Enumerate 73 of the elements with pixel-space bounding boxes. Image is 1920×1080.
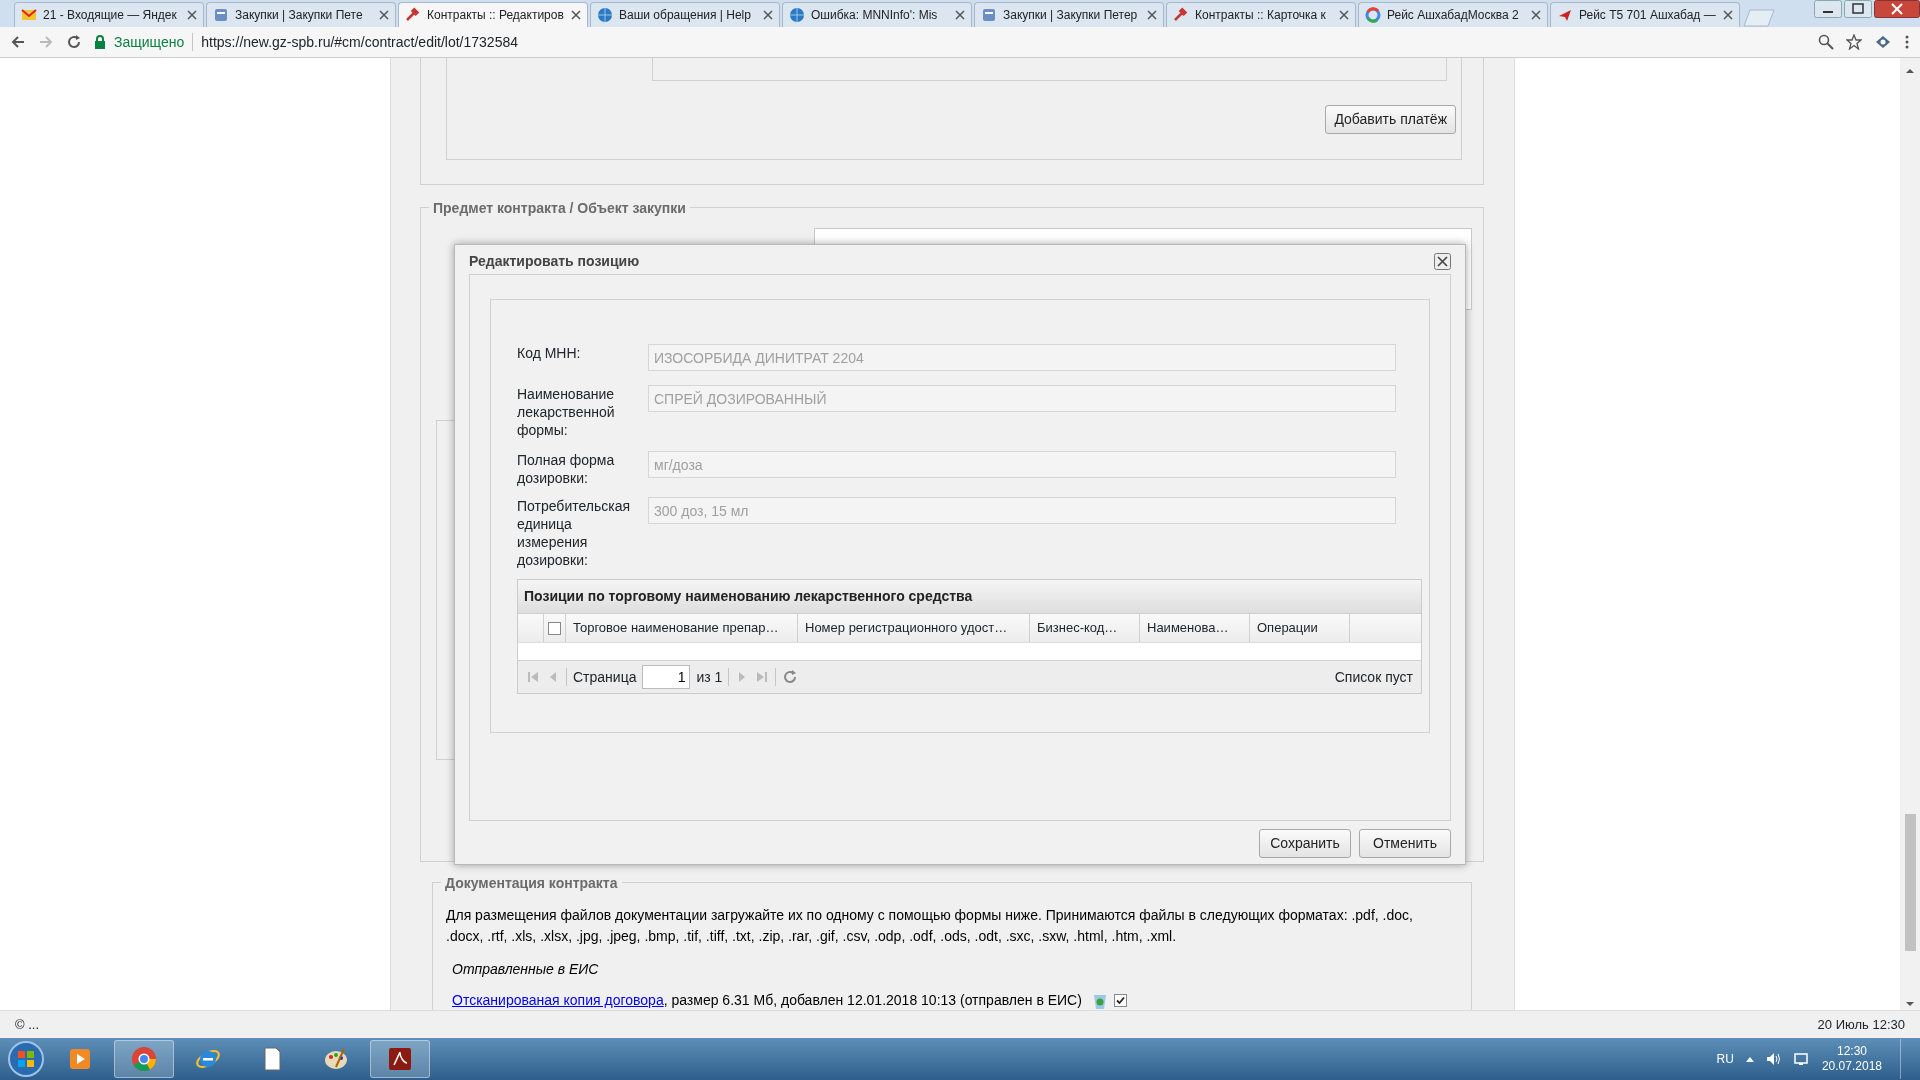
hammer-icon xyxy=(405,7,421,23)
pager-summary: Список пуст xyxy=(1334,667,1413,687)
checkbox[interactable] xyxy=(1113,994,1127,1007)
browser-tab[interactable]: Закупки | Закупки Петер xyxy=(974,2,1164,27)
plane-icon xyxy=(1557,7,1573,23)
browser-tab[interactable]: Рейс T5 701 Ашхабад — xyxy=(1550,2,1740,27)
close-icon[interactable] xyxy=(1339,10,1349,20)
chrome-icon xyxy=(130,1045,158,1073)
checkbox[interactable] xyxy=(548,621,561,635)
description-text: Для размещения файлов документации загружайте их по одному с помощью формы ниже. Принимаются файлы в следующих форматах: .pdf, .doc, .docx, .rtf, .xls, .xlsx, .jpg, .jpeg, .bmp, .tif, .tiff, .txt, .zip, .rar, .gif, .csv, .odp, .odf, .ods, .odt, .sxc, .sxw, .html, .htm, .xml. xyxy=(446,906,1414,946)
page-count: из 1 xyxy=(696,667,723,687)
close-icon[interactable] xyxy=(763,10,773,20)
back-icon[interactable] xyxy=(10,34,26,50)
tray-arrow-icon[interactable] xyxy=(1745,1056,1754,1062)
star-icon[interactable] xyxy=(1846,34,1862,50)
close-icon[interactable] xyxy=(1723,10,1733,20)
dialog-title: Редактировать позицию xyxy=(469,252,640,271)
start-orb-icon[interactable] xyxy=(6,1039,46,1079)
field-label: Полная форма дозировки: xyxy=(517,451,616,487)
browser-tab[interactable]: Контракты :: Редактиров xyxy=(398,2,588,27)
dialog-button[interactable]: Отменить xyxy=(1359,829,1451,858)
security-label: Защищено xyxy=(114,32,185,52)
field-label: Наименование лекарственной формы: xyxy=(517,385,616,439)
browser-tab[interactable]: Ошибка: MNNInfo': Mis xyxy=(782,2,972,27)
grid-title: Позиции по торговому наименованию лекарственного средства xyxy=(518,580,1421,613)
globe-icon xyxy=(597,7,613,23)
extension-icon[interactable] xyxy=(1874,34,1892,50)
subsection-heading: Отправленные в ЕИС xyxy=(452,960,600,979)
close-icon[interactable] xyxy=(1434,253,1451,270)
file-entry: Отсканированая копия договора, размер 6.31 Мб, добавлен 12.01.2018 10:13 (отправлен в ЕИС) xyxy=(452,991,1082,1010)
add-payment-button[interactable]: Добавить платёж xyxy=(1325,105,1456,134)
reload-icon[interactable] xyxy=(66,34,82,50)
page-icon xyxy=(213,7,229,23)
browser-tab[interactable]: Рейс АшхабадМосква 2 xyxy=(1358,2,1548,27)
menu-icon[interactable] xyxy=(1904,34,1910,50)
dialog-button[interactable]: Сохранить xyxy=(1259,829,1351,858)
close-icon[interactable] xyxy=(1531,10,1541,20)
browser-tab[interactable]: Ваши обращения | Help xyxy=(590,2,780,27)
clock-time[interactable]: 12:30 xyxy=(1821,1044,1882,1059)
taskbar-button[interactable] xyxy=(370,1040,430,1078)
page-input[interactable]: 1 xyxy=(642,665,691,689)
close-icon[interactable] xyxy=(1147,10,1157,20)
envelope-icon xyxy=(21,7,37,23)
file-link[interactable]: Отсканированая копия договора xyxy=(452,992,664,1008)
language-indicator[interactable]: RU xyxy=(1716,1050,1734,1068)
browser-tab[interactable]: Контракты :: Карточка к xyxy=(1166,2,1356,27)
multicolor-circle-icon xyxy=(1365,7,1381,23)
close-icon[interactable] xyxy=(187,10,197,20)
status-date: 20 Июль 12:30 xyxy=(1817,1015,1905,1034)
scrollbar-thumb[interactable] xyxy=(1905,814,1916,951)
network-icon[interactable] xyxy=(1793,1052,1810,1066)
browser-tab[interactable]: 21 - Входящие — Яндек xyxy=(14,2,204,27)
globe-icon xyxy=(789,7,805,23)
pdf-icon xyxy=(386,1045,414,1073)
close-icon[interactable] xyxy=(571,10,581,20)
zoom-icon[interactable] xyxy=(1818,34,1834,50)
clock-date[interactable]: 20.07.2018 xyxy=(1821,1059,1882,1074)
browser-tab[interactable]: Закупки | Закупки Пете xyxy=(206,2,396,27)
hammer-icon xyxy=(1173,7,1189,23)
lock-icon xyxy=(94,35,106,49)
page-icon xyxy=(981,7,997,23)
field-label: Потребительская единица измерения дозировки: xyxy=(517,497,632,569)
page-label: Страница xyxy=(573,667,637,687)
url-text[interactable]: https://new.gz-spb.ru/#cm/contract/edit/lot/1732584 xyxy=(201,31,518,53)
status-text: © ... xyxy=(15,1015,40,1034)
maximize-icon[interactable] xyxy=(1844,0,1872,18)
refresh-icon[interactable] xyxy=(782,669,799,685)
minimize-icon[interactable] xyxy=(1814,0,1842,18)
close-icon[interactable] xyxy=(379,10,389,20)
close-icon[interactable] xyxy=(955,10,965,20)
close-icon[interactable] xyxy=(1874,0,1920,18)
speaker-icon[interactable] xyxy=(1765,1052,1782,1066)
field-label: Код МНН: xyxy=(517,344,582,363)
